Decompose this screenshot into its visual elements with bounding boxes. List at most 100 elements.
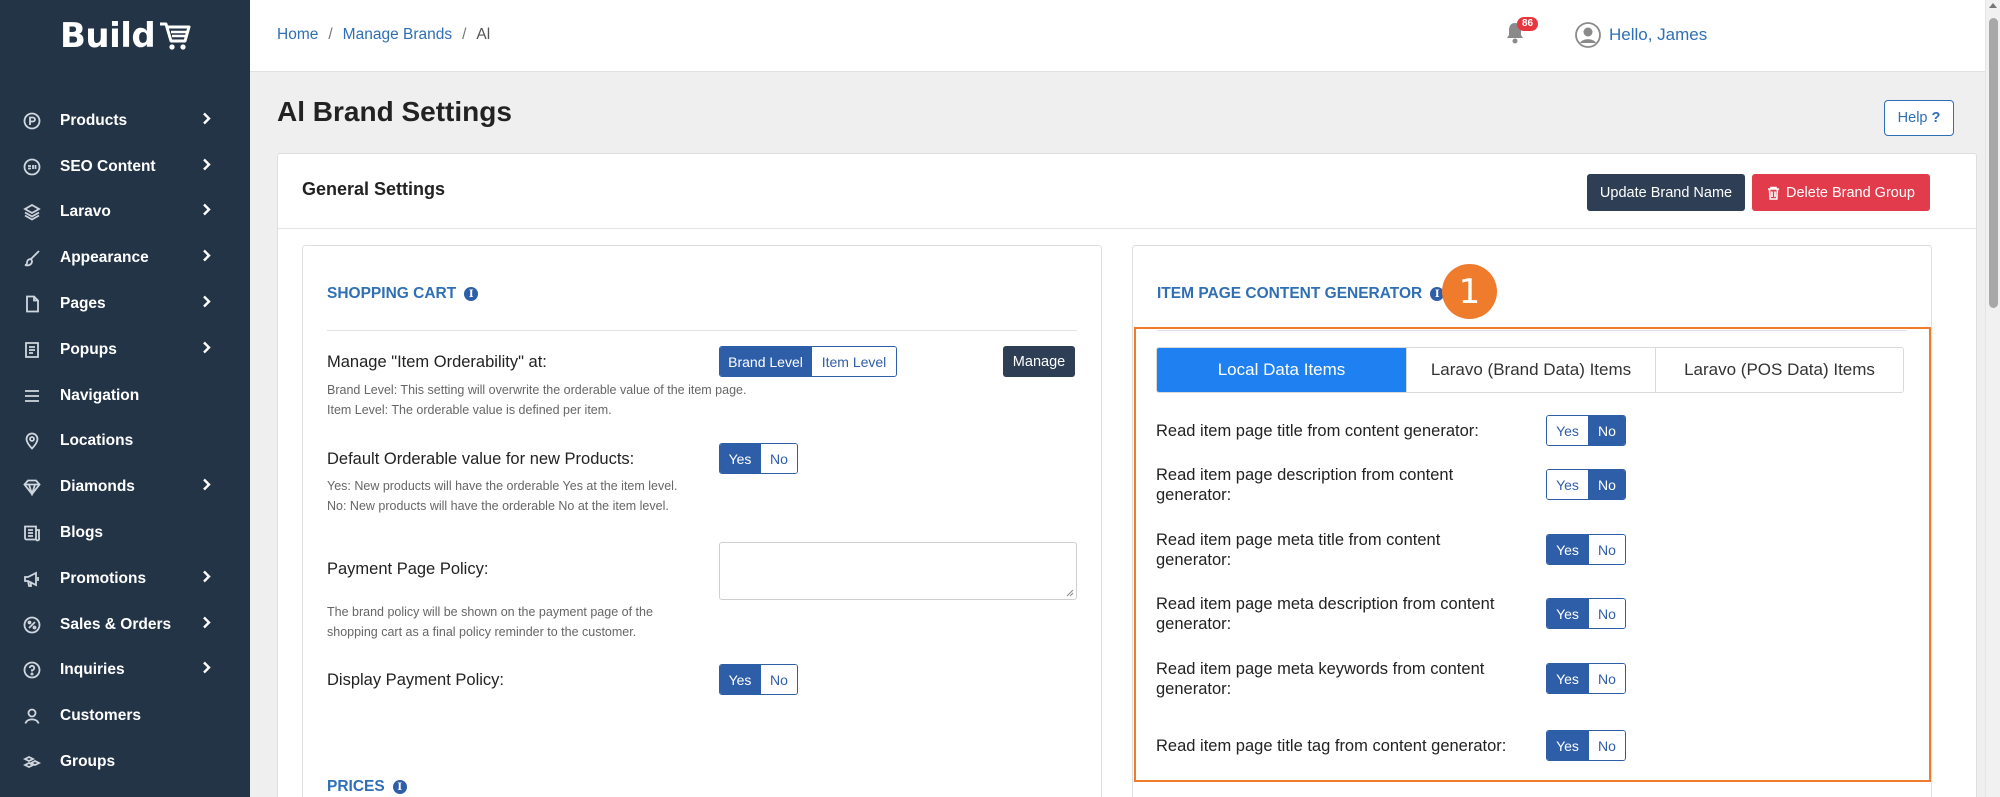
- sidebar-item-appearance[interactable]: Appearance: [0, 235, 250, 281]
- sidebar-nav: Products SEO Content Laravo Appearance Pages…: [0, 98, 250, 785]
- default-orderable-help-yes: Yes: New products will have the orderabl…: [327, 479, 678, 493]
- page-icon: [22, 294, 42, 314]
- default-orderable-label: Default Orderable value for new Products…: [327, 450, 635, 468]
- yes-option[interactable]: Yes: [720, 665, 760, 694]
- scroll-up-arrow-icon[interactable]: [1989, 3, 1997, 8]
- user-avatar-icon: [1575, 22, 1601, 48]
- yes-option[interactable]: Yes: [1547, 731, 1588, 760]
- breadcrumb-separator: /: [328, 26, 333, 43]
- tab-laravo-pos-data-items[interactable]: Laravo (POS Data) Items: [1655, 348, 1903, 392]
- popup-icon: [22, 340, 42, 360]
- content-generator-row-label: Read item page title tag from content ge…: [1156, 737, 1507, 755]
- sidebar-item-label: Sales & Orders: [60, 615, 172, 633]
- chevron-right-icon: [202, 157, 211, 176]
- content-generator-toggle: Yes No: [1546, 469, 1626, 500]
- seo-icon: [22, 157, 42, 177]
- no-option[interactable]: No: [1588, 470, 1625, 499]
- yes-option[interactable]: Yes: [720, 444, 760, 473]
- display-payment-policy-label: Display Payment Policy:: [327, 671, 504, 689]
- layers-icon: [22, 202, 42, 222]
- sidebar-item-label: Promotions: [60, 569, 147, 587]
- sidebar-item-sales-orders[interactable]: Sales & Orders: [0, 602, 250, 648]
- item-level-option[interactable]: Item Level: [811, 347, 896, 376]
- orderability-help-item: Item Level: The orderable value is defin…: [327, 403, 612, 417]
- sidebar-item-label: Laravo: [60, 203, 111, 221]
- orderability-label: Manage "Item Orderability" at:: [327, 353, 547, 371]
- chevron-right-icon: [202, 111, 211, 130]
- content-generator-row-label: Read item page meta keywords from conten…: [1156, 660, 1485, 698]
- sidebar-item-groups[interactable]: Groups: [0, 739, 250, 785]
- content-generator-row-label: Read item page description from content …: [1156, 466, 1454, 504]
- sidebar-item-label: Popups: [60, 340, 117, 358]
- no-option[interactable]: No: [1588, 535, 1625, 564]
- sidebar-item-diamonds[interactable]: Diamonds: [0, 464, 250, 510]
- content-generator-row-label: Read item page title from content genera…: [1156, 422, 1479, 440]
- delete-brand-group-button[interactable]: Delete Brand Group: [1752, 174, 1930, 211]
- brand-level-option[interactable]: Brand Level: [720, 347, 811, 376]
- content-generator-heading-text: ITEM PAGE CONTENT GENERATOR: [1157, 285, 1423, 302]
- map-pin-icon: [22, 431, 42, 451]
- shopping-cart-panel: SHOPPING CART i Manage "Item Orderabilit…: [302, 245, 1102, 797]
- tab-local-data-items[interactable]: Local Data Items: [1157, 348, 1406, 392]
- yes-option[interactable]: Yes: [1547, 535, 1588, 564]
- no-option[interactable]: No: [1588, 416, 1625, 445]
- sidebar-item-navigation[interactable]: Navigation: [0, 373, 250, 419]
- scrollbar-thumb[interactable]: [1989, 18, 1998, 308]
- breadcrumb-manage-brands[interactable]: Manage Brands: [343, 26, 452, 44]
- yes-option[interactable]: Yes: [1547, 664, 1588, 693]
- manage-button[interactable]: Manage: [1003, 346, 1075, 377]
- breadcrumb-home[interactable]: Home: [277, 26, 318, 44]
- sidebar-item-promotions[interactable]: Promotions: [0, 556, 250, 602]
- sidebar-item-pages[interactable]: Pages: [0, 281, 250, 327]
- sidebar-item-products[interactable]: Products: [0, 98, 250, 144]
- chevron-right-icon: [202, 249, 211, 268]
- no-option[interactable]: No: [760, 444, 797, 473]
- shopping-cart-heading-text: SHOPPING CART: [327, 285, 457, 302]
- no-option[interactable]: No: [1588, 731, 1625, 760]
- info-icon[interactable]: i: [392, 780, 407, 794]
- help-button[interactable]: Help ?: [1884, 100, 1954, 136]
- yes-option[interactable]: Yes: [1547, 416, 1588, 445]
- delete-brand-group-label: Delete Brand Group: [1786, 184, 1915, 201]
- newspaper-icon: [22, 523, 42, 543]
- sidebar-item-customers[interactable]: Customers: [0, 693, 250, 739]
- trash-icon: [1768, 186, 1780, 200]
- group-icon: [22, 752, 42, 772]
- sidebar-item-label: Navigation: [60, 386, 140, 404]
- sidebar-item-popups[interactable]: Popups: [0, 327, 250, 373]
- info-icon[interactable]: i: [464, 287, 479, 301]
- brand-logo[interactable]: Build: [60, 14, 191, 58]
- content-generator-toggle: Yes No: [1546, 534, 1626, 565]
- sidebar-item-label: Products: [60, 111, 128, 129]
- products-icon: [22, 111, 42, 131]
- sidebar-item-inquiries[interactable]: Inquiries: [0, 648, 250, 694]
- no-option[interactable]: No: [760, 665, 797, 694]
- yes-option[interactable]: Yes: [1547, 470, 1588, 499]
- yes-option[interactable]: Yes: [1547, 599, 1588, 628]
- default-orderable-help-no: No: New products will have the orderable…: [327, 499, 669, 513]
- tab-laravo-brand-data-items[interactable]: Laravo (Brand Data) Items: [1406, 348, 1655, 392]
- user-menu[interactable]: Hello, James: [1575, 22, 1707, 48]
- update-brand-name-button[interactable]: Update Brand Name: [1587, 174, 1745, 211]
- payment-policy-textarea[interactable]: [719, 542, 1077, 600]
- payment-policy-help-1: The brand policy will be shown on the pa…: [327, 605, 653, 619]
- page-scrollbar[interactable]: [1985, 0, 2000, 797]
- user-icon: [22, 706, 42, 726]
- sidebar-item-locations[interactable]: Locations: [0, 419, 250, 465]
- content-generator-toggle: Yes No: [1546, 663, 1626, 694]
- sidebar: Build Products SEO Content Laravo Appearanc…: [0, 0, 250, 797]
- no-option[interactable]: No: [1588, 664, 1625, 693]
- sidebar-item-label: Inquiries: [60, 661, 125, 679]
- sidebar-item-label: SEO Content: [60, 157, 156, 175]
- content-generator-row-label: Read item page meta description from con…: [1156, 595, 1495, 633]
- resize-grip-icon[interactable]: [1066, 589, 1074, 597]
- user-greeting: Hello, James: [1609, 25, 1708, 44]
- payment-policy-help-2: shopping cart as a final policy reminder…: [327, 625, 637, 639]
- sidebar-item-laravo[interactable]: Laravo: [0, 190, 250, 236]
- card-divider: [278, 228, 1976, 229]
- sidebar-item-seo-content[interactable]: SEO Content: [0, 144, 250, 190]
- callout-number-badge: 1: [1442, 264, 1497, 319]
- sidebar-item-blogs[interactable]: Blogs: [0, 510, 250, 556]
- no-option[interactable]: No: [1588, 599, 1625, 628]
- chevron-right-icon: [202, 478, 211, 497]
